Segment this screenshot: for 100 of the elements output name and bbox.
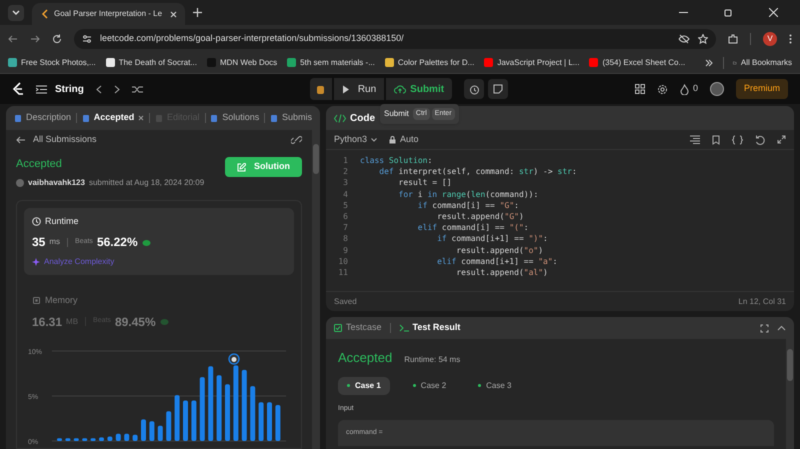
premium-button[interactable]: Premium — [736, 79, 788, 99]
mode-label[interactable]: Auto — [400, 132, 419, 146]
code-tab[interactable]: Code — [350, 110, 375, 126]
expand-icon[interactable] — [777, 135, 786, 144]
browser-tab[interactable]: Goal Parser Interpretation - Le — [32, 3, 186, 25]
histogram-bar[interactable] — [90, 438, 96, 440]
collapse-icon[interactable] — [777, 325, 786, 331]
timer-button[interactable] — [464, 79, 484, 99]
tab[interactable]: Description — [14, 111, 72, 125]
histogram-bar[interactable] — [116, 433, 121, 440]
bookmark-link[interactable]: MDN Web Docs — [206, 56, 278, 68]
all-submissions-link[interactable]: All Submissions — [33, 133, 97, 147]
histogram-bar[interactable] — [216, 374, 222, 440]
histogram-bar[interactable] — [149, 420, 154, 440]
forward-icon[interactable] — [30, 34, 40, 44]
histogram-bar[interactable] — [158, 425, 163, 440]
scrollbar[interactable] — [312, 130, 320, 449]
reset-icon[interactable] — [755, 134, 765, 144]
run-button[interactable]: Run — [334, 78, 384, 100]
bookmark-icon[interactable] — [712, 134, 720, 144]
bookmark-link[interactable]: All Bookmarks — [740, 56, 792, 68]
problem-list-link[interactable]: String — [55, 82, 84, 96]
tab[interactable]: Solutions — [210, 111, 260, 125]
histogram-bar[interactable] — [107, 436, 112, 440]
histogram-bar[interactable] — [99, 436, 104, 440]
tab-list-button[interactable] — [8, 4, 24, 20]
histogram-bar[interactable] — [200, 376, 205, 440]
scrollbar[interactable] — [786, 339, 794, 449]
histogram-bar[interactable] — [275, 404, 280, 440]
tab[interactable]: Testcase — [334, 321, 382, 335]
shuffle-icon[interactable] — [132, 84, 143, 94]
tab[interactable]: Submis — [270, 111, 312, 125]
layout-icon[interactable] — [634, 84, 645, 94]
tab[interactable]: Accepted — [82, 111, 144, 125]
badge-icon — [142, 238, 151, 246]
new-tab-icon[interactable] — [193, 8, 202, 17]
debug-button[interactable] — [310, 78, 332, 100]
notes-button[interactable] — [488, 79, 508, 99]
chevron-icon[interactable] — [705, 58, 714, 66]
submission-time: submitted at Aug 18, 2024 20:09 — [88, 176, 204, 188]
address-field[interactable]: leetcode.com/problems/goal-parser-interpretation/submissions/1360388150/ — [74, 28, 716, 48]
submit-button[interactable]: Submit — [386, 78, 452, 100]
eye-off-icon[interactable] — [678, 34, 690, 44]
format-icon[interactable] — [690, 135, 700, 144]
histogram-bar[interactable] — [74, 438, 79, 440]
tooltip-text: Submit — [384, 108, 409, 120]
histogram-bar[interactable] — [65, 438, 70, 440]
logo-icon[interactable] — [12, 82, 24, 96]
fullscreen-icon[interactable] — [760, 324, 769, 332]
histogram-bar[interactable] — [132, 434, 138, 440]
menu-icon[interactable] — [789, 34, 792, 44]
reload-icon[interactable] — [52, 34, 62, 44]
histogram-bar[interactable] — [233, 364, 238, 440]
bookmark-link[interactable]: 5th sem materials -... — [287, 56, 375, 68]
chevron-left-icon[interactable] — [96, 84, 102, 94]
histogram-bar[interactable] — [57, 438, 62, 440]
histogram-bar[interactable] — [141, 418, 146, 440]
bookmark-link[interactable]: Color Palettes for D... — [384, 56, 474, 68]
case-tab[interactable]: Case 2 — [404, 376, 456, 394]
line-number: 9 — [342, 244, 349, 256]
metric-title: Memory — [45, 294, 78, 307]
histogram-bar[interactable] — [124, 433, 130, 440]
tab[interactable]: Test Result — [398, 321, 460, 335]
bookmark-link[interactable]: (354) Excel Sheet Co... — [589, 56, 686, 68]
link-icon[interactable] — [291, 135, 302, 145]
histogram-bar[interactable] — [166, 410, 172, 440]
case-tab[interactable]: Case 3 — [469, 376, 521, 394]
avatar — [16, 178, 24, 186]
avatar[interactable] — [710, 82, 724, 96]
histogram-bar[interactable] — [250, 386, 256, 440]
language-dropdown[interactable]: Python3 — [334, 132, 378, 146]
histogram-bar[interactable] — [208, 366, 214, 440]
settings-icon[interactable] — [656, 84, 668, 94]
extensions-icon[interactable] — [728, 34, 738, 44]
bookmark-link[interactable]: The Death of Socrat... — [106, 56, 197, 68]
back-arrow-icon[interactable] — [16, 136, 25, 144]
status-text: Accepted — [16, 157, 63, 172]
star-icon[interactable] — [698, 34, 708, 44]
braces-icon[interactable] — [732, 134, 743, 144]
username-link[interactable]: vaibhavahk123 — [28, 176, 85, 188]
streak-count[interactable]: 0 — [692, 82, 698, 96]
cloud-upload-icon — [394, 84, 406, 94]
profile-avatar[interactable]: V — [763, 32, 777, 46]
restore-icon[interactable] — [724, 8, 733, 17]
chevron-down-icon — [371, 138, 378, 142]
histogram-bar[interactable] — [191, 400, 196, 440]
back-icon[interactable] — [8, 34, 18, 44]
histogram-bar[interactable] — [258, 402, 264, 440]
case-tab[interactable]: Case 1 — [338, 376, 390, 394]
site-settings-icon[interactable] — [82, 34, 92, 44]
histogram-bar[interactable] — [174, 394, 180, 440]
histogram-bar[interactable] — [82, 438, 88, 440]
code-line: elif command[i] == "(": — [416, 222, 529, 234]
bookmark-link[interactable]: JavaScript Project | L... — [484, 56, 580, 68]
chevron-right-icon[interactable] — [114, 84, 120, 94]
close-icon[interactable] — [170, 10, 178, 18]
histogram-bar[interactable] — [267, 402, 272, 440]
histogram-bar[interactable] — [242, 369, 247, 440]
histogram-bar[interactable] — [183, 400, 188, 440]
bookmark-link[interactable]: Free Stock Photos,... — [8, 56, 96, 68]
